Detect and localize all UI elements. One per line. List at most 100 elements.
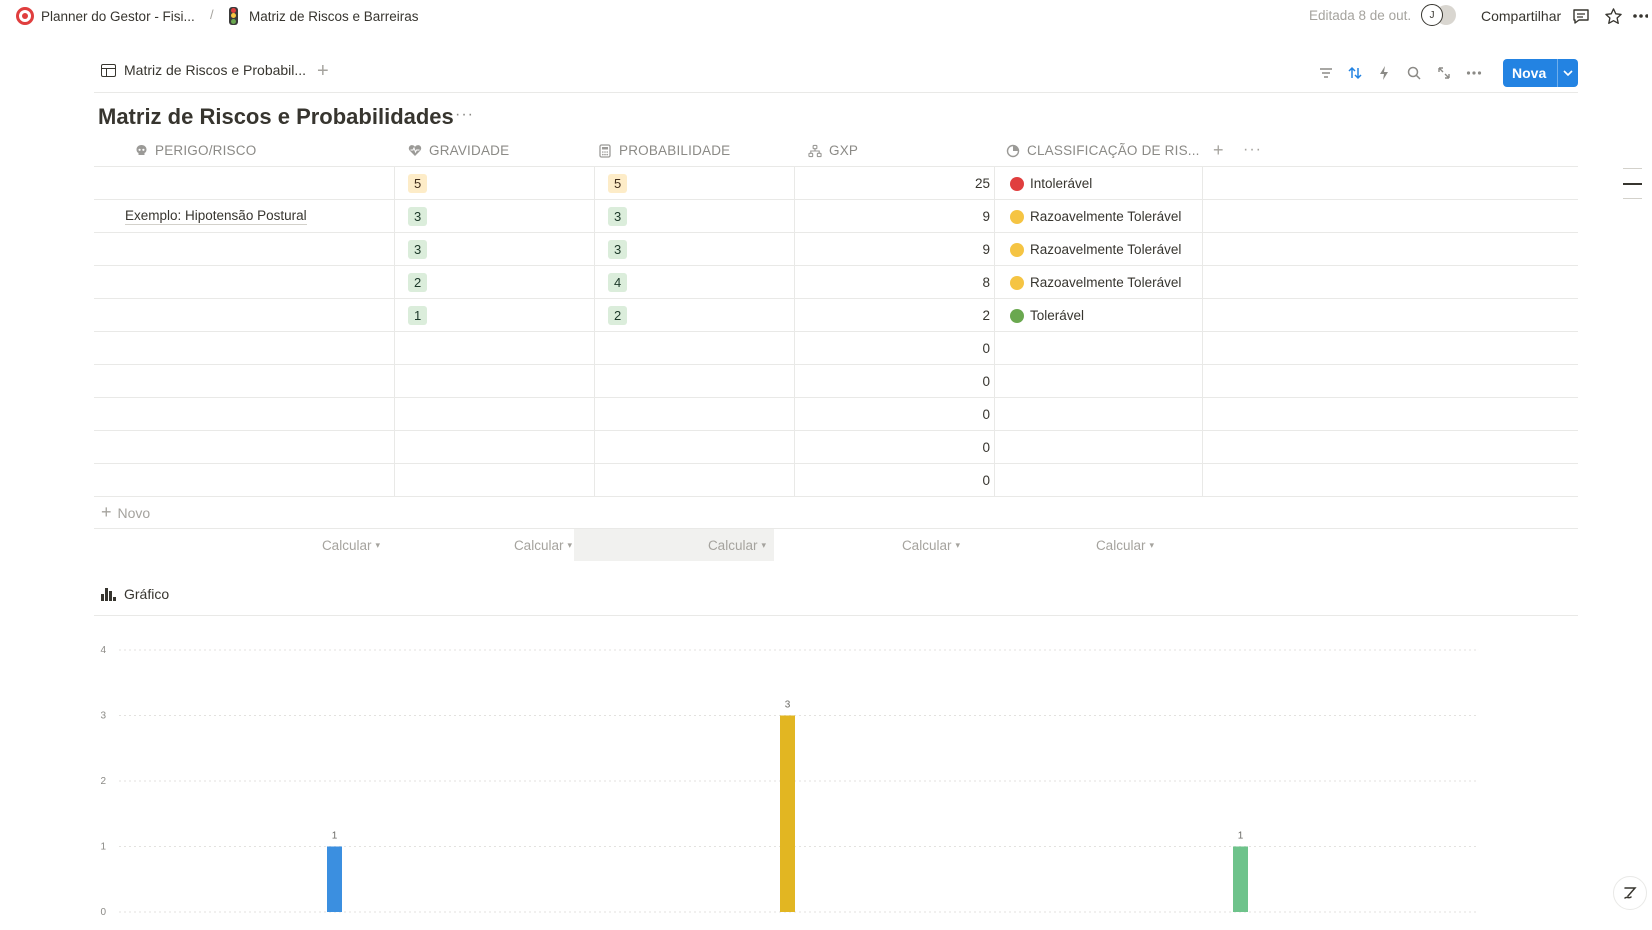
chevron-down-icon: ▾ — [955, 539, 960, 550]
breadcrumb-separator: / — [210, 7, 214, 22]
database-table: PERIGO/RISCO GRAVIDADE PROBABILIDADE GXP… — [94, 134, 1578, 561]
cell-classificacao: Razoavelmente Tolerável — [1010, 200, 1181, 233]
new-entry-label: Nova — [1512, 65, 1547, 81]
table-header: PERIGO/RISCO GRAVIDADE PROBABILIDADE GXP… — [94, 134, 1578, 167]
tab-chart-view[interactable]: Gráfico — [101, 586, 169, 602]
more-icon[interactable] — [1632, 6, 1648, 26]
outline-marker-active[interactable] — [1623, 183, 1642, 185]
table-row[interactable]: 0 — [94, 398, 1578, 431]
cell-classificacao: Tolerável — [1010, 299, 1084, 332]
column-header-perigo[interactable]: PERIGO/RISCO — [134, 134, 256, 167]
select-tag: 3 — [608, 207, 628, 226]
chevron-down-icon[interactable] — [1558, 67, 1578, 79]
chart-view-label: Gráfico — [124, 586, 170, 602]
status-dot-icon — [1010, 209, 1024, 224]
page-title: Matriz de Riscos e Probabilidades — [98, 104, 454, 129]
title-more-icon[interactable]: ··· — [455, 106, 474, 124]
help-button[interactable] — [1613, 876, 1647, 910]
select-tag: 2 — [608, 306, 628, 325]
filter-icon[interactable] — [1316, 63, 1336, 83]
cell-gravidade[interactable]: 3 — [408, 233, 428, 266]
table-row[interactable]: 5 5 25 Intolerável — [94, 167, 1578, 200]
column-header-gxp[interactable]: GXP — [808, 134, 858, 167]
chevron-down-icon: ▾ — [1149, 539, 1154, 550]
classification-label: Razoavelmente Tolerável — [1030, 275, 1182, 290]
bar-0[interactable] — [327, 846, 342, 913]
cell-gxp: 0 — [982, 341, 990, 356]
bar-2[interactable] — [1233, 846, 1248, 913]
new-row-button[interactable]: + Novo — [94, 497, 1578, 529]
cell-gravidade[interactable]: 3 — [408, 200, 428, 233]
new-entry-button[interactable]: Nova — [1503, 59, 1578, 87]
target-icon — [16, 7, 34, 25]
skull-icon — [134, 144, 148, 158]
outline-marker[interactable] — [1623, 198, 1642, 199]
cell-probabilidade[interactable]: 3 — [608, 200, 628, 233]
heart-pulse-icon — [408, 144, 422, 158]
star-icon[interactable] — [1603, 6, 1623, 26]
cell-probabilidade[interactable]: 5 — [608, 167, 628, 200]
column-header-classificacao-label: CLASSIFICAÇÃO DE RIS... — [1027, 143, 1200, 158]
column-header-gravidade[interactable]: GRAVIDADE — [408, 134, 509, 167]
select-tag: 2 — [408, 273, 428, 292]
top-bar: Planner do Gestor - Fisi... / Matriz de … — [0, 0, 1652, 32]
table-row[interactable]: 0 — [94, 431, 1578, 464]
table-row[interactable]: 3 3 9 Razoavelmente Tolerável — [94, 233, 1578, 266]
calculate-probabilidade[interactable]: Calcular ▾ — [574, 529, 774, 561]
calculate-row: Calcular ▾ Calcular ▾ Calcular ▾ Calcular ▾ … — [94, 529, 1578, 561]
header-more-icon[interactable]: ··· — [1243, 141, 1262, 159]
table-row[interactable]: 0 — [94, 464, 1578, 497]
table-row[interactable]: 0 — [94, 365, 1578, 398]
bar-chart-icon — [101, 587, 116, 601]
select-tag: 5 — [408, 174, 428, 193]
tab-table-view[interactable]: Matriz de Riscos e Probabil... — [101, 62, 306, 78]
outline-marker[interactable] — [1623, 168, 1642, 169]
cell-probabilidade[interactable]: 4 — [608, 266, 628, 299]
calculate-perigo[interactable]: Calcular ▾ — [188, 529, 388, 561]
select-tag: 3 — [608, 240, 628, 259]
table-row[interactable]: 1 2 2 Tolerável — [94, 299, 1578, 332]
table-row[interactable]: 2 4 8 Razoavelmente Tolerável — [94, 266, 1578, 299]
add-property-button[interactable]: + — [1213, 140, 1224, 161]
cell-gravidade[interactable]: 5 — [408, 167, 428, 200]
breadcrumb-planner[interactable]: Planner do Gestor - Fisi... — [16, 7, 195, 25]
status-dot-icon — [1010, 242, 1024, 257]
calculate-gxp[interactable]: Calcular ▾ — [768, 529, 968, 561]
bar-chart: 0 1 2 3 4 1 3 1 — [100, 645, 1478, 918]
cell-perigo[interactable]: Exemplo: Hipotensão Postural — [125, 200, 307, 233]
add-view-button[interactable]: + — [317, 60, 329, 83]
column-header-perigo-label: PERIGO/RISCO — [155, 143, 257, 158]
cell-gxp: 9 — [982, 209, 990, 224]
cell-gravidade[interactable]: 1 — [408, 299, 428, 332]
column-header-classificacao[interactable]: CLASSIFICAÇÃO DE RIS... — [1006, 134, 1200, 167]
calculate-classificacao[interactable]: Calcular ▾ — [962, 529, 1162, 561]
y-tick-label: 1 — [100, 842, 106, 853]
risk-title[interactable]: Exemplo: Hipotensão Postural — [125, 208, 307, 225]
y-tick-label: 4 — [100, 645, 106, 656]
status-dot-icon — [1010, 176, 1024, 191]
table-row[interactable]: 0 — [94, 332, 1578, 365]
cell-probabilidade[interactable]: 2 — [608, 299, 628, 332]
table-body: 5 5 25 Intolerável Exemplo: Hipotensão Postu… — [94, 167, 1578, 497]
expand-icon[interactable] — [1434, 63, 1454, 83]
bar-1[interactable] — [780, 715, 795, 913]
calculate-gravidade[interactable]: Calcular ▾ — [380, 529, 580, 561]
select-tag: 5 — [608, 174, 628, 193]
share-button[interactable]: Compartilhar — [1481, 8, 1561, 24]
cell-classificacao: Razoavelmente Tolerável — [1010, 233, 1181, 266]
breadcrumb-matriz[interactable]: Matriz de Riscos e Barreiras — [224, 7, 419, 25]
sort-icon[interactable] — [1345, 63, 1365, 83]
y-tick-label: 0 — [100, 907, 106, 918]
automation-icon[interactable] — [1374, 63, 1394, 83]
comment-icon[interactable] — [1571, 6, 1591, 26]
table-row[interactable]: Exemplo: Hipotensão Postural 3 3 9 Razoavelm… — [94, 200, 1578, 233]
y-tick-label: 3 — [100, 711, 106, 722]
column-header-probabilidade[interactable]: PROBABILIDADE — [598, 134, 730, 167]
edited-timestamp: Editada 8 de out. — [1309, 8, 1412, 23]
bar-value-label: 3 — [785, 700, 791, 711]
cell-probabilidade[interactable]: 3 — [608, 233, 628, 266]
cell-gravidade[interactable]: 2 — [408, 266, 428, 299]
avatar[interactable]: J — [1421, 4, 1443, 26]
search-icon[interactable] — [1404, 63, 1424, 83]
view-more-icon[interactable] — [1464, 63, 1484, 83]
